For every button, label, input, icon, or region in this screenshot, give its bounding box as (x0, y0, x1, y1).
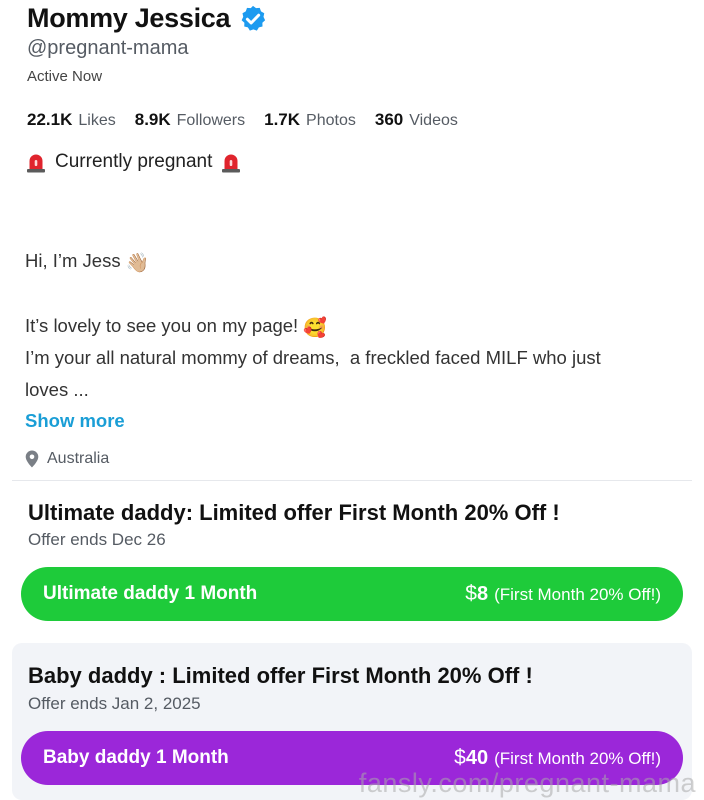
profile-handle: @pregnant-mama (27, 37, 189, 59)
subscribe-ultimate-daddy-button[interactable]: Ultimate daddy 1 Month $8 (First Month 20… (21, 567, 683, 621)
bio-line: loves ... (25, 379, 89, 400)
tagline-text: Currently pregnant (55, 151, 213, 172)
siren-icon (221, 152, 241, 173)
stat-label: Videos (409, 112, 458, 129)
profile-tagline: Currently pregnant (26, 151, 241, 173)
button-price: $8 (First Month 20% Off!) (465, 582, 661, 606)
stat-value: 8.9K (134, 110, 171, 129)
button-price: $40 (First Month 20% Off!) (454, 746, 661, 770)
stat-label: Likes (78, 112, 116, 129)
bio-line: It’s lovely to see you on my page! 🥰 (25, 310, 327, 345)
button-label: Baby daddy 1 Month (43, 747, 229, 768)
siren-icon (26, 152, 46, 173)
watermark: fansly.com/pregnant-mama (358, 768, 696, 798)
stat-label: Followers (176, 112, 246, 129)
currency-symbol: $ (465, 582, 477, 605)
currency-symbol: $ (454, 746, 466, 769)
profile-name: Mommy Jessica (27, 3, 231, 33)
offer-title: Ultimate daddy: Limited offer First Mont… (28, 500, 560, 525)
stat-value: 22.1K (27, 110, 73, 129)
price-amount: 40 (465, 747, 489, 769)
show-more-link[interactable]: Show more (25, 410, 125, 432)
stat-likes: 22.1K Likes (27, 110, 116, 130)
bio-text: Hi, I’m Jess (25, 250, 121, 271)
offer-ends: Offer ends Dec 26 (28, 530, 166, 549)
profile-stats: 22.1K Likes 8.9K Followers 1.7K Photos 3… (27, 110, 477, 130)
verified-badge-icon (238, 4, 268, 34)
waving-hand-icon: 👋🏼 (125, 253, 150, 274)
profile-name-row: Mommy Jessica (27, 3, 268, 34)
bio-line: I’m your all natural mommy of dreams, a … (25, 347, 601, 368)
button-label: Ultimate daddy 1 Month (43, 583, 258, 604)
stat-photos[interactable]: 1.7K Photos (264, 110, 356, 130)
offer-ends: Offer ends Jan 2, 2025 (28, 694, 201, 713)
status-text: Active Now (27, 68, 103, 85)
stat-videos[interactable]: 360 Videos (375, 110, 458, 130)
stat-value: 360 (374, 110, 404, 129)
bio-line: Hi, I’m Jess 👋🏼 (25, 245, 149, 280)
bio-text: It’s lovely to see you on my page! (25, 315, 299, 336)
stat-followers[interactable]: 8.9K Followers (135, 110, 245, 130)
price-note: (First Month 20% Off!) (494, 585, 661, 604)
price-note: (First Month 20% Off!) (494, 749, 661, 768)
stat-label: Photos (306, 112, 356, 129)
profile-location: Australia (25, 450, 109, 468)
location-pin-icon (25, 450, 39, 468)
smiling-hearts-icon: 🥰 (303, 318, 328, 339)
divider (12, 480, 692, 481)
offer-title: Baby daddy : Limited offer First Month 2… (28, 663, 533, 688)
location-text: Australia (47, 450, 110, 467)
stat-value: 1.7K (264, 110, 301, 129)
price-amount: 8 (476, 583, 489, 605)
